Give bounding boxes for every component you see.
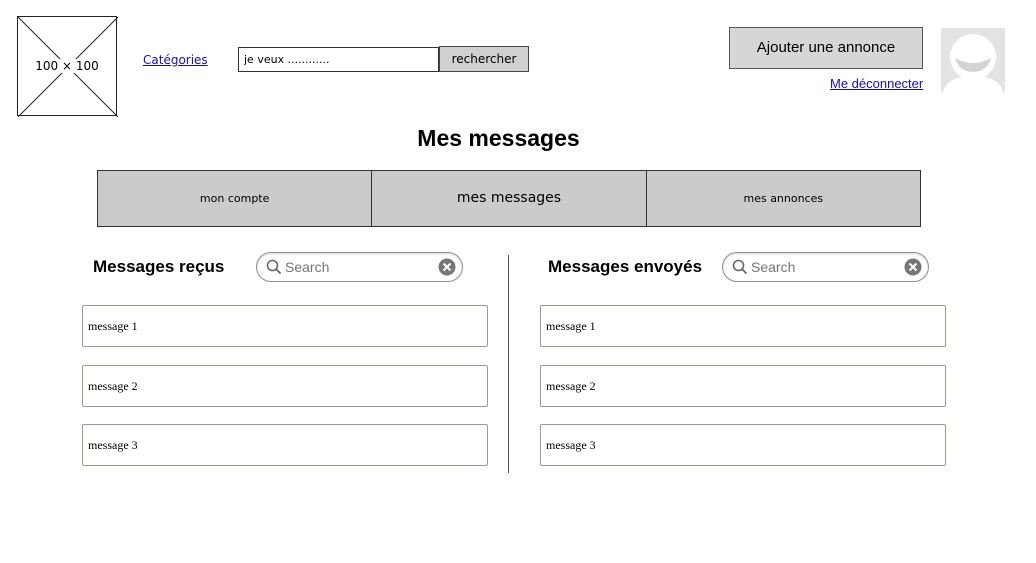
tab-bar: mon compte mes messages mes annonces (97, 170, 921, 227)
clear-icon[interactable] (904, 258, 922, 276)
user-avatar-icon (941, 28, 1005, 92)
received-search-input[interactable] (285, 259, 425, 275)
received-message-item[interactable]: message 2 (82, 365, 488, 407)
sent-search-input[interactable] (751, 259, 891, 275)
received-messages-title: Messages reçus (93, 257, 225, 276)
sent-search-field (722, 252, 929, 282)
clear-icon[interactable] (438, 258, 456, 276)
logo-label: 100 × 100 (34, 59, 100, 73)
sent-message-item[interactable]: message 3 (540, 424, 946, 466)
search-icon (732, 259, 748, 275)
categories-link[interactable]: Catégories (143, 53, 208, 67)
tab-mes-messages[interactable]: mes messages (372, 171, 647, 226)
search-input[interactable] (238, 47, 439, 72)
column-divider (508, 255, 509, 473)
search-icon (266, 259, 282, 275)
page-title: Mes messages (417, 125, 580, 151)
received-search-field (256, 252, 463, 282)
logout-link[interactable]: Me déconnecter (830, 76, 923, 91)
tab-mes-annonces[interactable]: mes annonces (647, 171, 920, 226)
sent-messages-title: Messages envoyés (548, 257, 703, 276)
tab-mon-compte[interactable]: mon compte (98, 171, 373, 226)
sent-message-item[interactable]: message 1 (540, 305, 946, 347)
add-ad-button[interactable]: Ajouter une annonce (729, 27, 923, 69)
avatar[interactable] (941, 28, 1005, 92)
received-message-item[interactable]: message 3 (82, 424, 488, 466)
received-message-item[interactable]: message 1 (82, 305, 488, 347)
sent-message-item[interactable]: message 2 (540, 365, 946, 407)
search-button[interactable]: rechercher (439, 46, 529, 72)
logo-placeholder: 100 × 100 (17, 16, 118, 117)
